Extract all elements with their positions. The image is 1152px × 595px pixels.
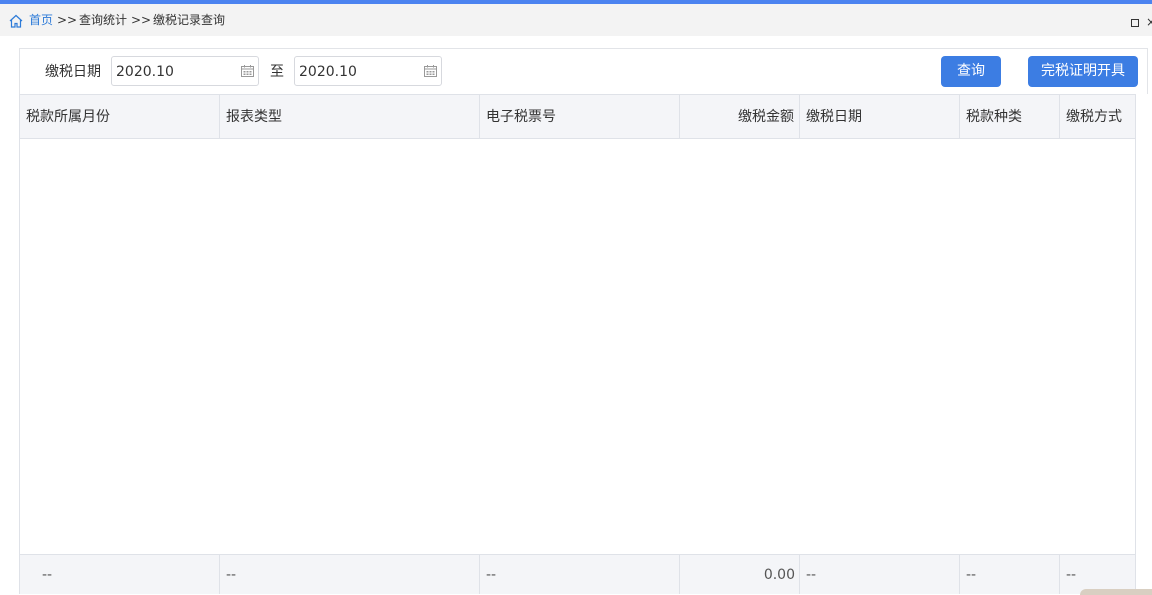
date-to-input[interactable]: 2020.10 xyxy=(294,56,442,86)
to-label: 至 xyxy=(270,64,284,80)
tax-certificate-button[interactable]: 完税证明开具 xyxy=(1028,56,1138,87)
tax-records-table: 税款所属月份 报表类型 电子税票号 缴税金额 缴税日期 税款种类 缴税方式 --… xyxy=(19,94,1136,594)
column-header-tax-category[interactable]: 税款种类 xyxy=(960,95,1060,138)
summary-cell: -- xyxy=(480,555,680,594)
tax-date-label: 缴税日期 xyxy=(45,64,101,80)
summary-cell: -- xyxy=(220,555,480,594)
date-from-input[interactable]: 2020.10 xyxy=(111,56,259,86)
summary-cell: -- xyxy=(800,555,960,594)
calendar-icon[interactable] xyxy=(424,65,437,77)
breadcrumb-separator: >> xyxy=(131,13,152,27)
column-header-report-type[interactable]: 报表类型 xyxy=(220,95,480,138)
table-header: 税款所属月份 报表类型 电子税票号 缴税金额 缴税日期 税款种类 缴税方式 xyxy=(20,95,1135,139)
corner-decoration xyxy=(1080,589,1152,595)
summary-cell: -- xyxy=(960,555,1060,594)
date-to-value: 2020.10 xyxy=(299,64,357,80)
restore-icon[interactable] xyxy=(1131,19,1139,27)
home-icon[interactable] xyxy=(8,13,24,29)
breadcrumb-current: 缴税记录查询 xyxy=(153,13,226,27)
summary-cell: -- xyxy=(20,555,220,594)
breadcrumb: 首页 >> 查询统计 >> 缴税记录查询 × xyxy=(0,4,1152,36)
table-summary-row: -- -- -- 0.00 -- -- -- xyxy=(20,554,1135,594)
breadcrumb-separator: >> xyxy=(57,13,78,27)
summary-total-amount: 0.00 xyxy=(680,555,800,594)
breadcrumb-home-link[interactable]: 首页 xyxy=(29,12,53,28)
calendar-icon[interactable] xyxy=(241,65,254,77)
column-header-e-ticket-number[interactable]: 电子税票号 xyxy=(480,95,680,138)
column-header-tax-month[interactable]: 税款所属月份 xyxy=(20,95,220,138)
query-button[interactable]: 查询 xyxy=(941,56,1001,87)
breadcrumb-query-stats[interactable]: 查询统计 xyxy=(79,12,127,28)
column-header-payment-method[interactable]: 缴税方式 xyxy=(1060,95,1135,138)
column-header-tax-amount[interactable]: 缴税金额 xyxy=(680,95,800,138)
column-header-tax-date[interactable]: 缴税日期 xyxy=(800,95,960,138)
date-from-value: 2020.10 xyxy=(116,64,174,80)
close-icon[interactable]: × xyxy=(1146,15,1152,29)
